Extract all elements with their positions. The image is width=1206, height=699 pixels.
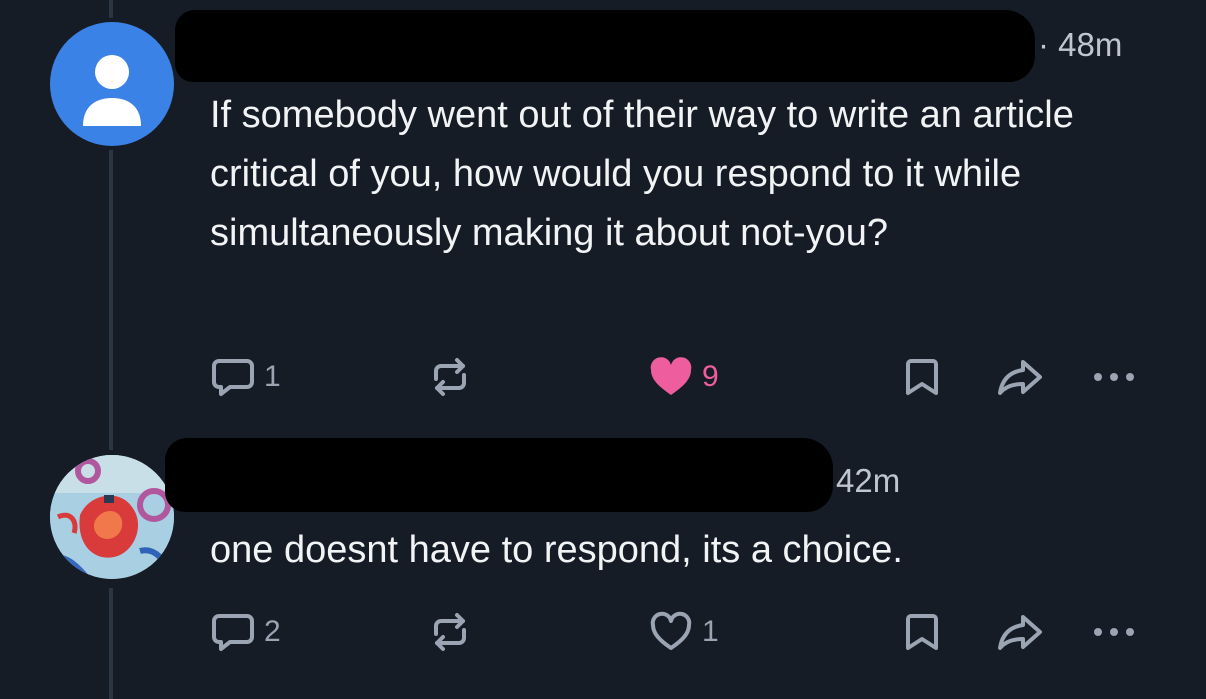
reply-icon (212, 614, 254, 651)
more-options-button[interactable] (1090, 607, 1138, 657)
bookmark-icon (906, 359, 938, 395)
bookmark-button[interactable] (902, 607, 942, 657)
share-arrow-icon (998, 360, 1042, 395)
post-timestamp: · 48m (1038, 26, 1123, 63)
repost-icon (434, 613, 466, 651)
reply-icon (212, 359, 254, 396)
reply-button[interactable]: 2 (210, 607, 281, 657)
thread-view: · 48m If somebody went out of their way … (0, 0, 1206, 699)
like-count: 1 (702, 615, 719, 648)
reply-count: 2 (264, 615, 281, 648)
default-user-avatar-icon (83, 55, 141, 126)
post-timestamp: 42m (836, 462, 901, 499)
post-text: If somebody went out of their way to wri… (210, 94, 1074, 254)
reply-button[interactable]: 1 (210, 352, 281, 402)
like-button[interactable]: 1 (648, 607, 719, 657)
post-actions: 1 9 (0, 352, 1206, 402)
reply-count: 1 (264, 360, 281, 393)
like-count: 9 (702, 360, 719, 393)
redacted-username (165, 438, 833, 512)
heart-filled-icon (650, 357, 692, 395)
ellipsis-icon (1094, 373, 1134, 381)
share-button[interactable] (996, 607, 1044, 657)
avatar[interactable] (50, 22, 174, 146)
thread-line (109, 150, 113, 450)
thread-line (109, 0, 113, 18)
repost-button[interactable] (428, 607, 472, 657)
ellipsis-icon (1094, 628, 1134, 636)
heart-outline-icon (650, 611, 692, 650)
post-actions: 2 1 (0, 607, 1206, 657)
redacted-username (175, 10, 1035, 82)
more-options-button[interactable] (1090, 352, 1138, 402)
repost-button[interactable] (428, 352, 472, 402)
share-button[interactable] (996, 352, 1044, 402)
repost-icon (434, 358, 466, 396)
share-arrow-icon (998, 615, 1042, 650)
like-button[interactable]: 9 (648, 352, 719, 402)
post-text: one doesnt have to respond, its a choice… (210, 529, 903, 571)
illustrated-avatar-image (50, 455, 174, 579)
bookmark-button[interactable] (902, 352, 942, 402)
avatar[interactable] (50, 455, 174, 579)
bookmark-icon (906, 614, 938, 650)
